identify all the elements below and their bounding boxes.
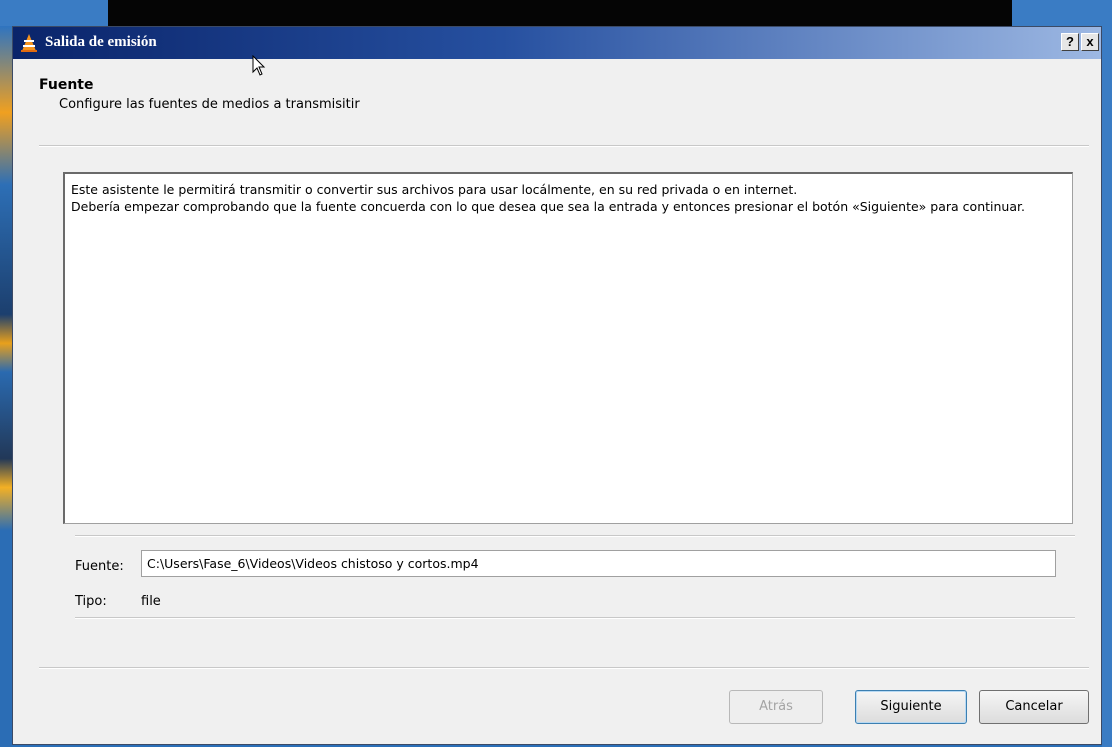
stream-output-dialog: Salida de emisión ? x Fuente Configure l… — [12, 26, 1102, 745]
section-subtitle: Configure las fuentes de medios a transm… — [59, 97, 360, 112]
help-button[interactable]: ? — [1061, 33, 1079, 51]
info-text-box: Este asistente le permitirá transmitir o… — [63, 172, 1073, 524]
vlc-cone-icon — [21, 34, 37, 52]
background-video-area — [108, 0, 1012, 26]
source-label: Fuente: — [75, 559, 124, 574]
section-title: Fuente — [39, 77, 94, 93]
desktop-background-right — [1102, 26, 1112, 747]
source-input[interactable] — [141, 550, 1056, 577]
desktop-background-top-left — [0, 0, 108, 26]
desktop-background-top-right — [1012, 0, 1112, 26]
info-text-line: Este asistente le permitirá transmitir o… — [71, 182, 798, 197]
next-button[interactable]: Siguiente — [855, 690, 967, 724]
divider — [75, 617, 1075, 619]
back-button[interactable]: Atrás — [729, 690, 823, 724]
desktop-background-left — [0, 26, 12, 747]
mouse-cursor-icon — [252, 55, 266, 76]
info-text-line: Debería empezar comprobando que la fuent… — [71, 199, 1025, 214]
window-title: Salida de emisión — [45, 34, 157, 50]
title-bar[interactable]: Salida de emisión ? x — [13, 27, 1101, 59]
type-value: file — [141, 594, 161, 609]
close-button[interactable]: x — [1081, 33, 1099, 51]
cancel-button[interactable]: Cancelar — [979, 690, 1089, 724]
type-label: Tipo: — [75, 594, 107, 609]
divider — [39, 667, 1089, 669]
divider — [75, 535, 1075, 537]
divider — [39, 145, 1089, 147]
